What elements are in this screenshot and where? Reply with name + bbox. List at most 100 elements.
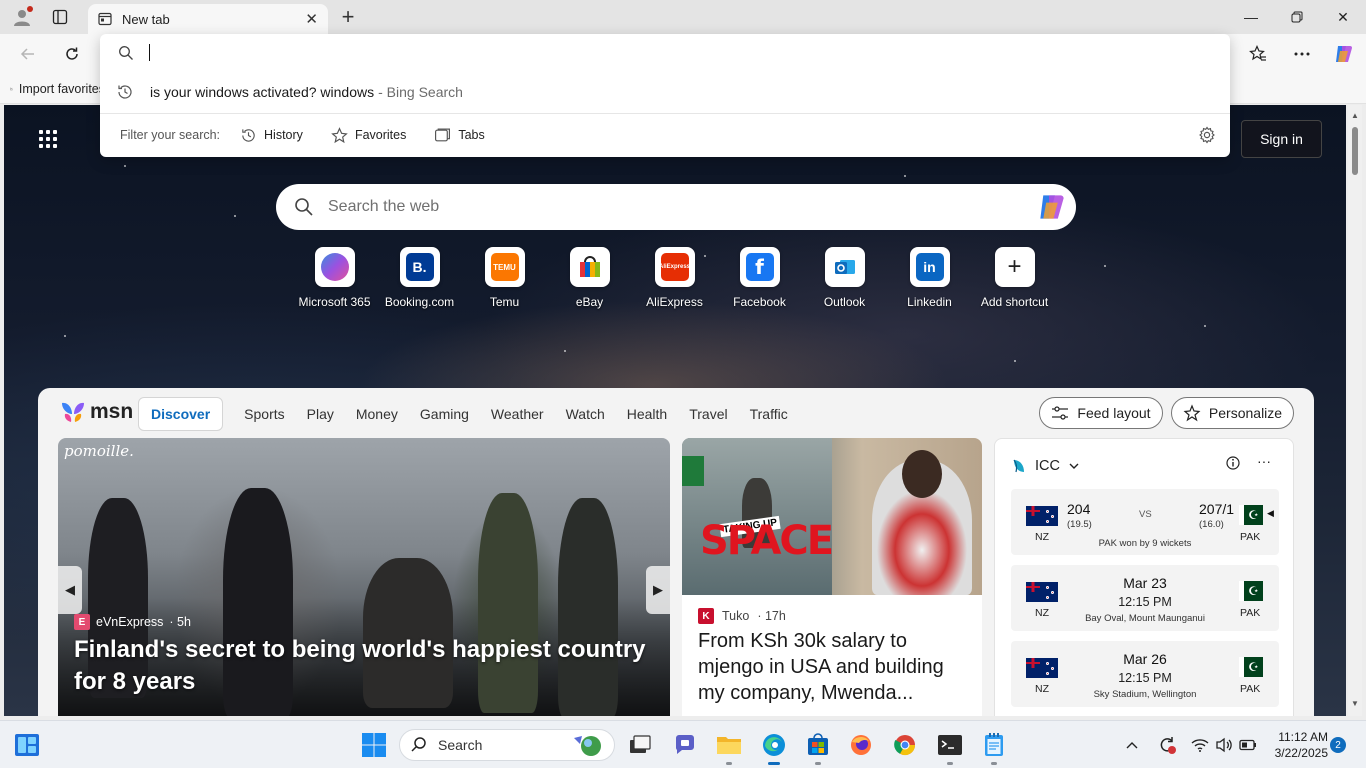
start-button[interactable]	[360, 731, 388, 759]
nav-discover[interactable]: Discover	[138, 397, 224, 431]
star-decoration	[1014, 360, 1016, 362]
nav-watch[interactable]: Watch	[555, 406, 616, 422]
cricket-match-result[interactable]: NZ 204 (19.5) VS 207/1 (16.0) ☪ PAK ◀ PA…	[1011, 489, 1279, 555]
nav-sports[interactable]: Sports	[233, 406, 295, 422]
winner-marker-icon: ◀	[1267, 508, 1274, 518]
settings-and-more-button[interactable]	[1288, 40, 1316, 68]
import-favorites-label: Import favorites	[18, 82, 105, 96]
widgets-button[interactable]	[14, 733, 40, 757]
shortcut-outlook[interactable]: Outlook	[802, 247, 887, 317]
running-indicator	[991, 762, 997, 765]
firefox-button[interactable]	[845, 729, 877, 761]
terminal-button[interactable]	[934, 729, 966, 765]
nav-travel[interactable]: Travel	[678, 406, 738, 422]
copilot-button[interactable]	[1330, 40, 1358, 68]
running-indicator	[947, 762, 953, 765]
microsoft-store-button[interactable]	[802, 729, 834, 765]
sign-in-button[interactable]: Sign in	[1241, 120, 1322, 158]
shortcut-facebook[interactable]: f Facebook	[717, 247, 802, 317]
filter-tabs[interactable]: Tabs	[434, 127, 485, 144]
profile-button[interactable]	[8, 0, 36, 34]
battery-button[interactable]	[1236, 739, 1260, 751]
info-icon[interactable]	[1225, 455, 1241, 471]
carousel-prev-button[interactable]: ◀	[58, 566, 82, 614]
hero-article-card[interactable]: pomoille. ◀ ▶ E eVnExpress · 5h Finland'…	[58, 438, 670, 716]
hero-headline[interactable]: Finland's secret to being world's happie…	[74, 634, 664, 698]
chrome-button[interactable]	[889, 729, 921, 761]
msn-brand-text: msn	[90, 400, 134, 423]
cricket-match-upcoming[interactable]: NZ Mar 26 12:15 PM Sky Stadium, Wellingt…	[1011, 641, 1279, 707]
match-time: 12:15 PM	[1118, 671, 1172, 685]
filter-history[interactable]: History	[240, 127, 303, 144]
nav-play[interactable]: Play	[296, 406, 345, 422]
scroll-up-arrow-icon[interactable]: ▲	[1351, 111, 1359, 120]
copilot-icon[interactable]	[1036, 191, 1068, 223]
shortcut-add[interactable]: + Add shortcut	[972, 247, 1057, 317]
tab-new-tab[interactable]: New tab ✕	[88, 4, 328, 34]
notepad-icon	[985, 733, 1003, 756]
restore-button[interactable]	[1274, 0, 1320, 34]
teams-chat-button[interactable]	[669, 729, 701, 761]
match-venue: Sky Stadium, Wellington	[1093, 689, 1197, 700]
widget-header[interactable]: ICC	[1011, 455, 1080, 477]
history-suggestion[interactable]: is your windows activated? windows - Bin…	[100, 74, 1230, 110]
nav-health[interactable]: Health	[616, 406, 678, 422]
feed-layout-button[interactable]: Feed layout	[1039, 397, 1163, 429]
team2-overs: (16.0)	[1199, 519, 1224, 530]
back-button[interactable]	[14, 40, 42, 68]
task-view-button[interactable]	[624, 729, 656, 761]
nz-flag-star	[1051, 591, 1054, 594]
shortcut-microsoft-365[interactable]: Microsoft 365	[292, 247, 377, 317]
gear-icon[interactable]	[1198, 126, 1216, 144]
widget-more-icon[interactable]: ···	[1257, 453, 1271, 469]
windows-logo-icon	[362, 733, 386, 757]
personalize-button[interactable]: Personalize	[1171, 397, 1294, 429]
filter-history-label: History	[264, 128, 303, 142]
file-explorer-button[interactable]	[713, 729, 745, 765]
search-icon	[411, 737, 426, 752]
address-bar-input[interactable]	[100, 34, 1230, 72]
show-hidden-icons-button[interactable]	[1120, 740, 1144, 750]
page-scrollbar[interactable]: ▲ ▼	[1348, 105, 1362, 716]
refresh-button[interactable]	[58, 40, 86, 68]
close-window-button[interactable]: ✕	[1320, 0, 1366, 34]
wifi-button[interactable]	[1188, 738, 1212, 752]
notepad-button[interactable]	[978, 729, 1010, 765]
notification-badge[interactable]: 2	[1330, 737, 1346, 753]
nav-weather[interactable]: Weather	[480, 406, 555, 422]
cricket-match-upcoming[interactable]: NZ Mar 23 12:15 PM Bay Oval, Mount Maung…	[1011, 565, 1279, 631]
close-tab-icon[interactable]: ✕	[305, 10, 318, 28]
shortcut-aliexpress[interactable]: AliExpress AliExpress	[632, 247, 717, 317]
app-launcher-button[interactable]	[34, 125, 62, 153]
team1-label: NZ	[1035, 531, 1049, 543]
nz-flag-union	[1026, 506, 1040, 516]
edge-browser-button[interactable]	[758, 729, 790, 765]
shortcut-temu[interactable]: TEMU Temu	[462, 247, 547, 317]
nav-gaming[interactable]: Gaming	[409, 406, 480, 422]
nz-flag-icon	[1026, 506, 1058, 526]
filter-favorites[interactable]: Favorites	[331, 126, 406, 144]
update-status-button[interactable]	[1150, 735, 1184, 755]
article-card[interactable]: TAKING UP SPACE K Tuko · 17h From KSh 30…	[682, 438, 982, 716]
article-headline[interactable]: From KSh 30k salary to mjengo in USA and…	[698, 628, 970, 706]
taskbar-search[interactable]: Search	[399, 729, 615, 761]
nav-traffic[interactable]: Traffic	[739, 406, 799, 422]
msn-logo[interactable]: msn	[60, 398, 133, 426]
clock-time: 11:12 AM	[1278, 730, 1328, 744]
scroll-down-arrow-icon[interactable]: ▼	[1351, 699, 1359, 708]
msn-feed: msn Discover Sports Play Money Gaming We…	[38, 388, 1314, 716]
carousel-next-button[interactable]: ▶	[646, 566, 670, 614]
tab-actions-button[interactable]	[46, 0, 74, 34]
new-tab-button[interactable]: +	[336, 0, 360, 34]
nav-money[interactable]: Money	[345, 406, 409, 422]
minimize-button[interactable]: —	[1228, 0, 1274, 34]
shortcut-booking[interactable]: B. Booking.com	[377, 247, 462, 317]
shortcut-ebay[interactable]: eBay	[547, 247, 632, 317]
volume-button[interactable]	[1212, 737, 1236, 753]
shortcut-linkedin[interactable]: in Linkedin	[887, 247, 972, 317]
favorites-button[interactable]	[1244, 40, 1272, 68]
scroll-thumb[interactable]	[1352, 127, 1358, 175]
system-clock[interactable]: 11:12 AM 3/22/2025	[1262, 729, 1328, 761]
import-favorites-button[interactable]: Import favorites	[10, 79, 105, 99]
web-search-box[interactable]: Search the web	[276, 184, 1076, 230]
